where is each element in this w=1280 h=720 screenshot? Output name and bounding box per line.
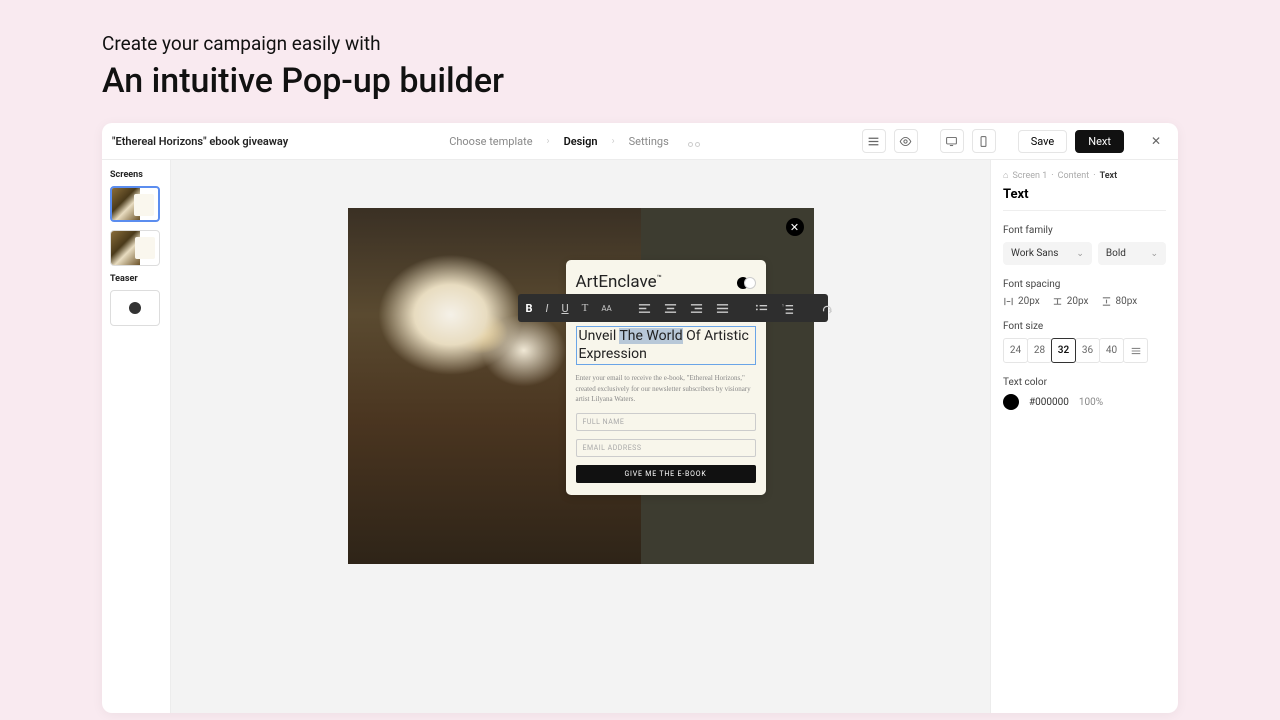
next-button[interactable]: Next bbox=[1075, 130, 1124, 153]
crumb-screen[interactable]: Screen 1 bbox=[1012, 171, 1047, 181]
hero-subtitle: Create your campaign easily with bbox=[102, 32, 1178, 55]
italic-icon[interactable]: I bbox=[546, 302, 549, 315]
wizard-steps: Choose template › Design › Settings bbox=[449, 132, 701, 151]
chevron-right-icon: › bbox=[547, 136, 550, 147]
topbar: "Ethereal Horizons" ebook giveaway Choos… bbox=[102, 123, 1178, 160]
paragraph-spacing[interactable]: 80px bbox=[1101, 296, 1138, 307]
text-case-icon[interactable]: AA bbox=[601, 304, 611, 313]
size-24[interactable]: 24 bbox=[1003, 338, 1028, 363]
hero-heading: Create your campaign easily with An intu… bbox=[102, 32, 1178, 101]
hero-title: An intuitive Pop-up builder bbox=[102, 61, 1178, 101]
mobile-view-icon[interactable] bbox=[972, 129, 996, 153]
step-design[interactable]: Design bbox=[564, 135, 598, 148]
teaser-label: Teaser bbox=[110, 274, 162, 284]
size-36[interactable]: 36 bbox=[1075, 338, 1100, 363]
save-button[interactable]: Save bbox=[1018, 130, 1068, 153]
line-height[interactable]: 20px bbox=[1052, 296, 1089, 307]
color-swatch[interactable] bbox=[1003, 394, 1019, 410]
screen-thumb-1[interactable] bbox=[110, 186, 160, 222]
step-progress-dots bbox=[687, 132, 701, 151]
align-right-icon[interactable] bbox=[690, 302, 703, 315]
font-spacing-label: Font spacing bbox=[1003, 279, 1166, 290]
preview-icon[interactable] bbox=[894, 129, 918, 153]
step-settings[interactable]: Settings bbox=[629, 135, 669, 148]
topbar-actions: Save Next ✕ bbox=[862, 129, 1168, 153]
letter-spacing[interactable]: 20px bbox=[1003, 296, 1040, 307]
popup-close-icon[interactable]: ✕ bbox=[786, 218, 804, 236]
color-opacity[interactable]: 100% bbox=[1079, 397, 1103, 408]
screens-label: Screens bbox=[110, 170, 162, 180]
screen-thumb-2[interactable] bbox=[110, 230, 160, 266]
panel-title: Text bbox=[1003, 187, 1166, 211]
text-style-icon[interactable]: T bbox=[582, 302, 589, 314]
home-icon[interactable]: ⌂ bbox=[1003, 170, 1008, 181]
chevron-right-icon: › bbox=[612, 136, 615, 147]
size-32[interactable]: 32 bbox=[1051, 338, 1076, 363]
chevron-down-icon: ⌄ bbox=[1076, 249, 1084, 259]
name-input[interactable]: FULL NAME bbox=[576, 413, 756, 431]
list-bulleted-icon[interactable] bbox=[755, 302, 768, 315]
canvas[interactable]: ✕ ArtEnclave™ Unveil The World Of Artist… bbox=[171, 160, 990, 713]
align-center-icon[interactable] bbox=[664, 302, 677, 315]
cta-button[interactable]: GIVE ME THE E-BOOK bbox=[576, 465, 756, 483]
text-color-label: Text color bbox=[1003, 377, 1166, 388]
color-hex[interactable]: #000000 bbox=[1029, 397, 1069, 408]
svg-text:1: 1 bbox=[782, 303, 784, 307]
campaign-title: "Ethereal Horizons" ebook giveaway bbox=[112, 135, 288, 148]
chevron-down-icon: ⌄ bbox=[1150, 249, 1158, 259]
size-28[interactable]: 28 bbox=[1027, 338, 1052, 363]
toggle-panels-icon[interactable] bbox=[862, 129, 886, 153]
font-weight-select[interactable]: Bold⌄ bbox=[1098, 242, 1166, 265]
breadcrumb: ⌂ Screen 1· Content· Text bbox=[1003, 170, 1166, 181]
crumb-text: Text bbox=[1100, 171, 1118, 181]
align-justify-icon[interactable] bbox=[716, 302, 729, 315]
text-toolbar: B I U T AA 1 bbox=[518, 294, 828, 322]
font-family-label: Font family bbox=[1003, 225, 1166, 236]
desktop-view-icon[interactable] bbox=[940, 129, 964, 153]
headline-text[interactable]: Unveil The World Of Artistic Expression bbox=[576, 326, 756, 365]
bold-icon[interactable]: B bbox=[526, 302, 533, 315]
crumb-content[interactable]: Content bbox=[1058, 171, 1090, 181]
properties-panel: ⌂ Screen 1· Content· Text Text Font fami… bbox=[990, 160, 1178, 713]
teaser-thumb[interactable] bbox=[110, 290, 160, 326]
close-icon[interactable]: ✕ bbox=[1144, 129, 1168, 153]
popup-preview: ✕ ArtEnclave™ Unveil The World Of Artist… bbox=[348, 208, 814, 564]
underline-icon[interactable]: U bbox=[561, 302, 568, 315]
app-window: "Ethereal Horizons" ebook giveaway Choos… bbox=[102, 123, 1178, 713]
description-text[interactable]: Enter your email to receive the e-book, … bbox=[576, 373, 756, 405]
brand-logo: ArtEnclave™ bbox=[576, 272, 756, 292]
align-left-icon[interactable] bbox=[638, 302, 651, 315]
font-size-label: Font size bbox=[1003, 321, 1166, 332]
size-more-icon[interactable] bbox=[1123, 338, 1148, 363]
screens-sidebar: Screens Teaser bbox=[102, 160, 171, 713]
redo-icon[interactable] bbox=[820, 302, 833, 315]
size-40[interactable]: 40 bbox=[1099, 338, 1124, 363]
font-family-select[interactable]: Work Sans⌄ bbox=[1003, 242, 1092, 265]
list-numbered-icon[interactable]: 1 bbox=[781, 302, 794, 315]
step-choose-template[interactable]: Choose template bbox=[449, 135, 532, 148]
email-input[interactable]: EMAIL ADDRESS bbox=[576, 439, 756, 457]
